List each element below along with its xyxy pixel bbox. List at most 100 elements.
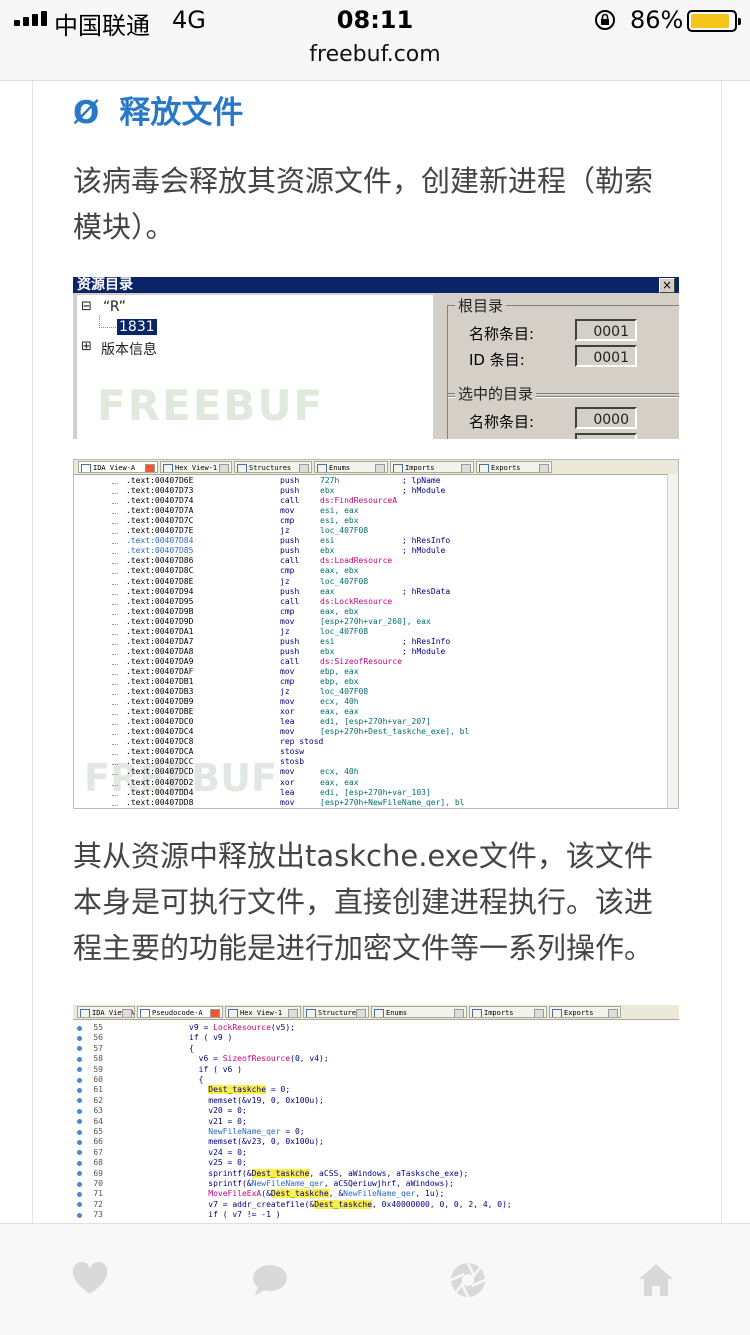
ida-tab[interactable]: Exports xyxy=(549,1006,621,1018)
gutter-marker xyxy=(112,801,118,806)
ida-disassembly-screenshot: IDA View-A Hex View-1 Structures Enums Impor… xyxy=(73,459,679,809)
ida-tab[interactable]: Structures xyxy=(234,461,312,473)
disasm-address: .text:00407D84 xyxy=(126,536,194,546)
ida-tab[interactable]: Structures xyxy=(303,1006,369,1018)
ida-tab-label: Pseudocode-A xyxy=(152,1009,203,1017)
ida-tab-label: Structures xyxy=(318,1009,361,1017)
aperture-icon[interactable] xyxy=(448,1260,488,1300)
ida-tab[interactable]: Imports xyxy=(469,1006,547,1018)
disasm-operand: eax, ebx xyxy=(320,566,359,576)
disasm-address: .text:00407D9D xyxy=(126,616,194,626)
disasm-operand: esi, ebx xyxy=(320,516,359,526)
line-number: 72 xyxy=(93,1199,103,1209)
ida-tab[interactable]: Pseudocode-A xyxy=(137,1006,223,1018)
pseudocode-line: v20 = 0; xyxy=(189,1106,247,1116)
variable-token: NewFileName_qer xyxy=(343,1189,416,1199)
gutter-marker xyxy=(112,610,118,615)
tab-icon xyxy=(552,1009,562,1017)
disasm-operand: loc_407F08 xyxy=(320,626,369,636)
disasm-address: .text:00407D8C xyxy=(126,566,194,576)
disasm-operand: loc_407F08 xyxy=(320,576,369,586)
ida-tab[interactable]: IDA View-A xyxy=(78,461,158,473)
disasm-address: .text:00407DA9 xyxy=(126,656,194,666)
disasm-address: .text:00407DB9 xyxy=(126,697,194,707)
tab-icon xyxy=(306,1009,316,1017)
ida-tab-label: Exports xyxy=(491,464,521,472)
ida-tab-label: Imports xyxy=(405,464,435,472)
disasm-line: .text:00407DA7 push esi ; hResInfo xyxy=(126,636,450,647)
disasm-address: .text:00407D85 xyxy=(126,546,194,556)
disasm-mnemonic: push xyxy=(280,636,300,646)
disasm-mnemonic: push xyxy=(280,536,300,546)
disasm-mnemonic: jz xyxy=(280,576,290,586)
gutter-marker xyxy=(112,740,118,746)
disasm-mnemonic: stosb xyxy=(280,757,305,767)
disasm-line: .text:00407DB1 cmp ebp, ebx xyxy=(126,677,359,687)
disasm-comment: ; hResInfo xyxy=(402,536,451,546)
selected-id-entries-value xyxy=(575,433,637,439)
tree-node-root: “R” xyxy=(103,299,126,315)
gutter-marker xyxy=(112,670,118,675)
disasm-mnemonic: rep stosd xyxy=(280,737,324,747)
variable-token: NewFileName_qer xyxy=(208,1127,281,1136)
tab-icon xyxy=(140,1009,150,1017)
heart-icon[interactable] xyxy=(70,1260,110,1300)
gutter-marker xyxy=(112,730,118,736)
freebuf-watermark: FREEBUF xyxy=(97,381,325,430)
browser-url-bar[interactable]: freebuf.com xyxy=(0,40,750,81)
close-icon xyxy=(356,1009,366,1017)
gutter-marker xyxy=(112,710,118,716)
disasm-comment: ; lpName xyxy=(402,476,441,485)
disasm-mnemonic: push xyxy=(280,476,300,485)
code-token: memset xyxy=(208,1095,238,1105)
ida-tab[interactable]: IDA View-A xyxy=(77,1006,135,1018)
close-icon xyxy=(288,1009,298,1017)
pseudocode-line: NewFileName_qer = 0; xyxy=(208,1127,305,1136)
home-icon[interactable] xyxy=(636,1260,676,1300)
close-icon xyxy=(299,464,309,472)
highlighted-identifier: Dest_taskche xyxy=(208,1085,267,1095)
disasm-address: .text:00407D8E xyxy=(126,576,194,586)
disasm-line: .text:00407DB3 jz loc_407F08 xyxy=(126,687,368,697)
disasm-address: .text:00407D94 xyxy=(126,586,194,596)
gutter-marker xyxy=(112,650,118,655)
disasm-line: .text:00407D7E jz loc_407F08 xyxy=(126,526,368,536)
disasm-address: .text:00407DA7 xyxy=(126,636,194,646)
ida-tab[interactable]: Imports xyxy=(390,461,474,473)
disasm-operand: eax, eax xyxy=(320,777,359,787)
disasm-mnemonic: mov xyxy=(280,506,295,516)
pseudocode-line: if ( v7 != -1 ) xyxy=(189,1210,281,1220)
tab-icon xyxy=(81,464,91,472)
gutter-marker xyxy=(112,479,118,484)
pseudocode-line: { xyxy=(189,1043,194,1053)
ida-tab[interactable]: Hex View-1 xyxy=(225,1006,301,1018)
disasm-comment: ; hModule xyxy=(402,646,446,656)
comment-icon[interactable] xyxy=(250,1260,290,1300)
paragraph-line: 模块）。 xyxy=(73,210,175,244)
name-entries-value: 0001 xyxy=(575,319,637,341)
paragraph-intro: 该病毒会释放其资源文件，创建新进程（勒索 模块）。 xyxy=(73,158,683,250)
ida-tab-bar: IDA View-A Hex View-1 Structures Enums Impor… xyxy=(74,460,678,475)
ida-tab[interactable]: Enums xyxy=(371,1006,467,1018)
ida-tab-label: IDA View-A xyxy=(93,464,136,472)
disasm-address: .text:00407DB3 xyxy=(126,687,194,697)
pseudocode-line: v9 = LockResource(v5); xyxy=(189,1023,295,1032)
disasm-mnemonic: stosw xyxy=(280,747,305,757)
disasm-operand: ds:LoadResource xyxy=(320,556,393,566)
disasm-line: .text:00407DCC stosb xyxy=(126,757,304,767)
disasm-line: .text:00407DD4 lea edi, [esp+270h+var_103] xyxy=(126,788,431,798)
article-content: Ø 释放文件 该病毒会释放其资源文件，创建新进程（勒索 模块）。 资源目录 × ⊟… xyxy=(32,81,722,1223)
code-token: sprintf xyxy=(208,1168,242,1178)
ida-tab[interactable]: Enums xyxy=(314,461,388,473)
url-text[interactable]: freebuf.com xyxy=(0,42,750,67)
ida-tab[interactable]: Exports xyxy=(476,461,552,473)
disasm-line: .text:00407D7A mov esi, eax xyxy=(126,506,359,516)
disasm-address: .text:00407DC8 xyxy=(126,737,194,747)
paragraph-explanation: 其从资源中释放出taskche.exe文件，该文件 本身是可执行文件，直接创建进… xyxy=(73,833,683,971)
gutter-marker xyxy=(112,499,118,505)
group-legend: 根目录 xyxy=(455,295,507,316)
disasm-address: .text:00407D7A xyxy=(126,506,194,516)
code-token: sprintf xyxy=(208,1179,242,1188)
ida-tab[interactable]: Hex View-1 xyxy=(160,461,232,473)
disasm-line: .text:00407DCD mov ecx, 40h xyxy=(126,767,359,777)
